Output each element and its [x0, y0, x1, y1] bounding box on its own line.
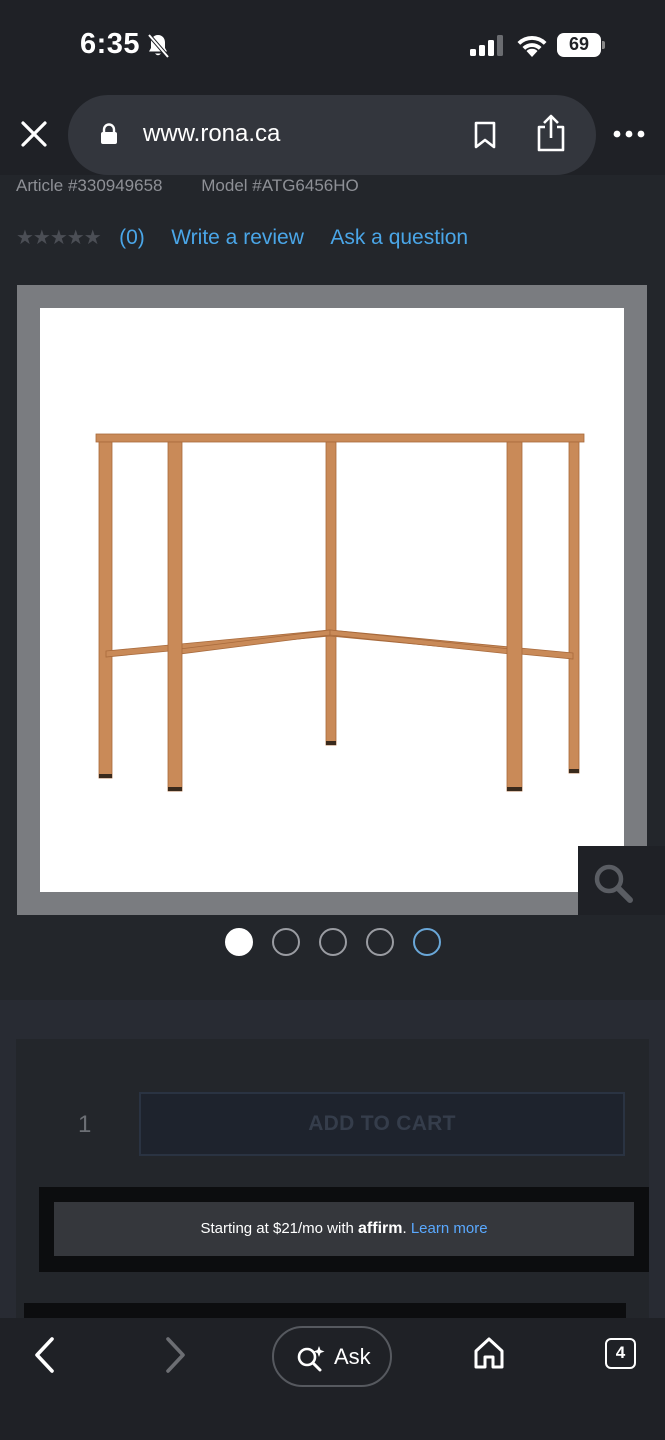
browser-toolbar: Ask 4 [0, 1318, 665, 1440]
pagination-dot-5[interactable] [412, 928, 441, 956]
pagination-dot-2[interactable] [271, 928, 300, 956]
battery-icon: 69 [557, 33, 605, 57]
product-page: Article #330949658 Model #ATG6456HO ★★★★… [0, 175, 665, 1320]
bookmark-icon[interactable] [473, 121, 497, 149]
chevron-right-icon[interactable] [162, 1336, 188, 1374]
lock-icon [101, 123, 117, 144]
status-bar: 6:35 69 [0, 0, 665, 92]
zoom-icon [594, 864, 633, 903]
ask-sparkle-icon [297, 1346, 325, 1372]
pagination-dot-3[interactable] [318, 928, 347, 956]
tabs-icon[interactable]: 4 [605, 1338, 636, 1369]
model-number: Model #ATG6456HO [201, 176, 359, 195]
image-pagination [0, 928, 665, 962]
home-icon[interactable] [473, 1336, 505, 1370]
url-text: www.rona.ca [143, 120, 281, 147]
pagination-dot-1[interactable] [224, 928, 253, 956]
address-bar[interactable]: www.rona.ca [68, 95, 596, 175]
product-identifiers: Article #330949658 Model #ATG6456HO [16, 176, 359, 196]
review-count-link[interactable]: (0) [119, 226, 145, 250]
zoom-button[interactable] [578, 846, 665, 915]
status-time: 6:35 [80, 28, 141, 60]
wifi-icon [517, 35, 547, 57]
battery-level: 69 [568, 34, 590, 54]
write-review-link[interactable]: Write a review [171, 226, 304, 250]
close-icon[interactable] [18, 118, 50, 150]
cart-panel: 1 ADD TO CART Starting at $21/mo with af… [16, 1039, 649, 1320]
chevron-left-icon[interactable] [32, 1336, 58, 1374]
affirm-learn-more-link[interactable]: Learn more [411, 1220, 488, 1237]
affirm-message: Starting at $21/mo with affirm. Learn mo… [54, 1202, 634, 1256]
affirm-suffix: . [402, 1220, 407, 1237]
ask-button[interactable]: Ask [272, 1326, 392, 1387]
signal-icon [470, 35, 503, 56]
product-gallery[interactable] [17, 285, 647, 915]
quantity-value[interactable]: 1 [78, 1111, 91, 1139]
more-icon[interactable] [612, 124, 646, 144]
affirm-banner: Starting at $21/mo with affirm. Learn mo… [39, 1187, 649, 1272]
product-image[interactable] [40, 308, 624, 892]
console-table-image [95, 433, 585, 792]
add-to-cart-button[interactable]: ADD TO CART [139, 1092, 625, 1156]
share-icon[interactable] [535, 113, 567, 153]
ask-label: Ask [334, 1344, 371, 1369]
affirm-logo: affirm [358, 1220, 403, 1237]
rating-stars-icon: ★★★★★ [16, 227, 102, 249]
rating-row: ★★★★★ (0) Write a review Ask a question [16, 225, 468, 255]
bell-slash-icon [147, 33, 170, 59]
affirm-prefix: Starting at $21/mo with [200, 1220, 354, 1237]
article-number: Article #330949658 [16, 176, 163, 195]
pagination-dot-4[interactable] [365, 928, 394, 956]
ask-question-link[interactable]: Ask a question [330, 226, 468, 250]
